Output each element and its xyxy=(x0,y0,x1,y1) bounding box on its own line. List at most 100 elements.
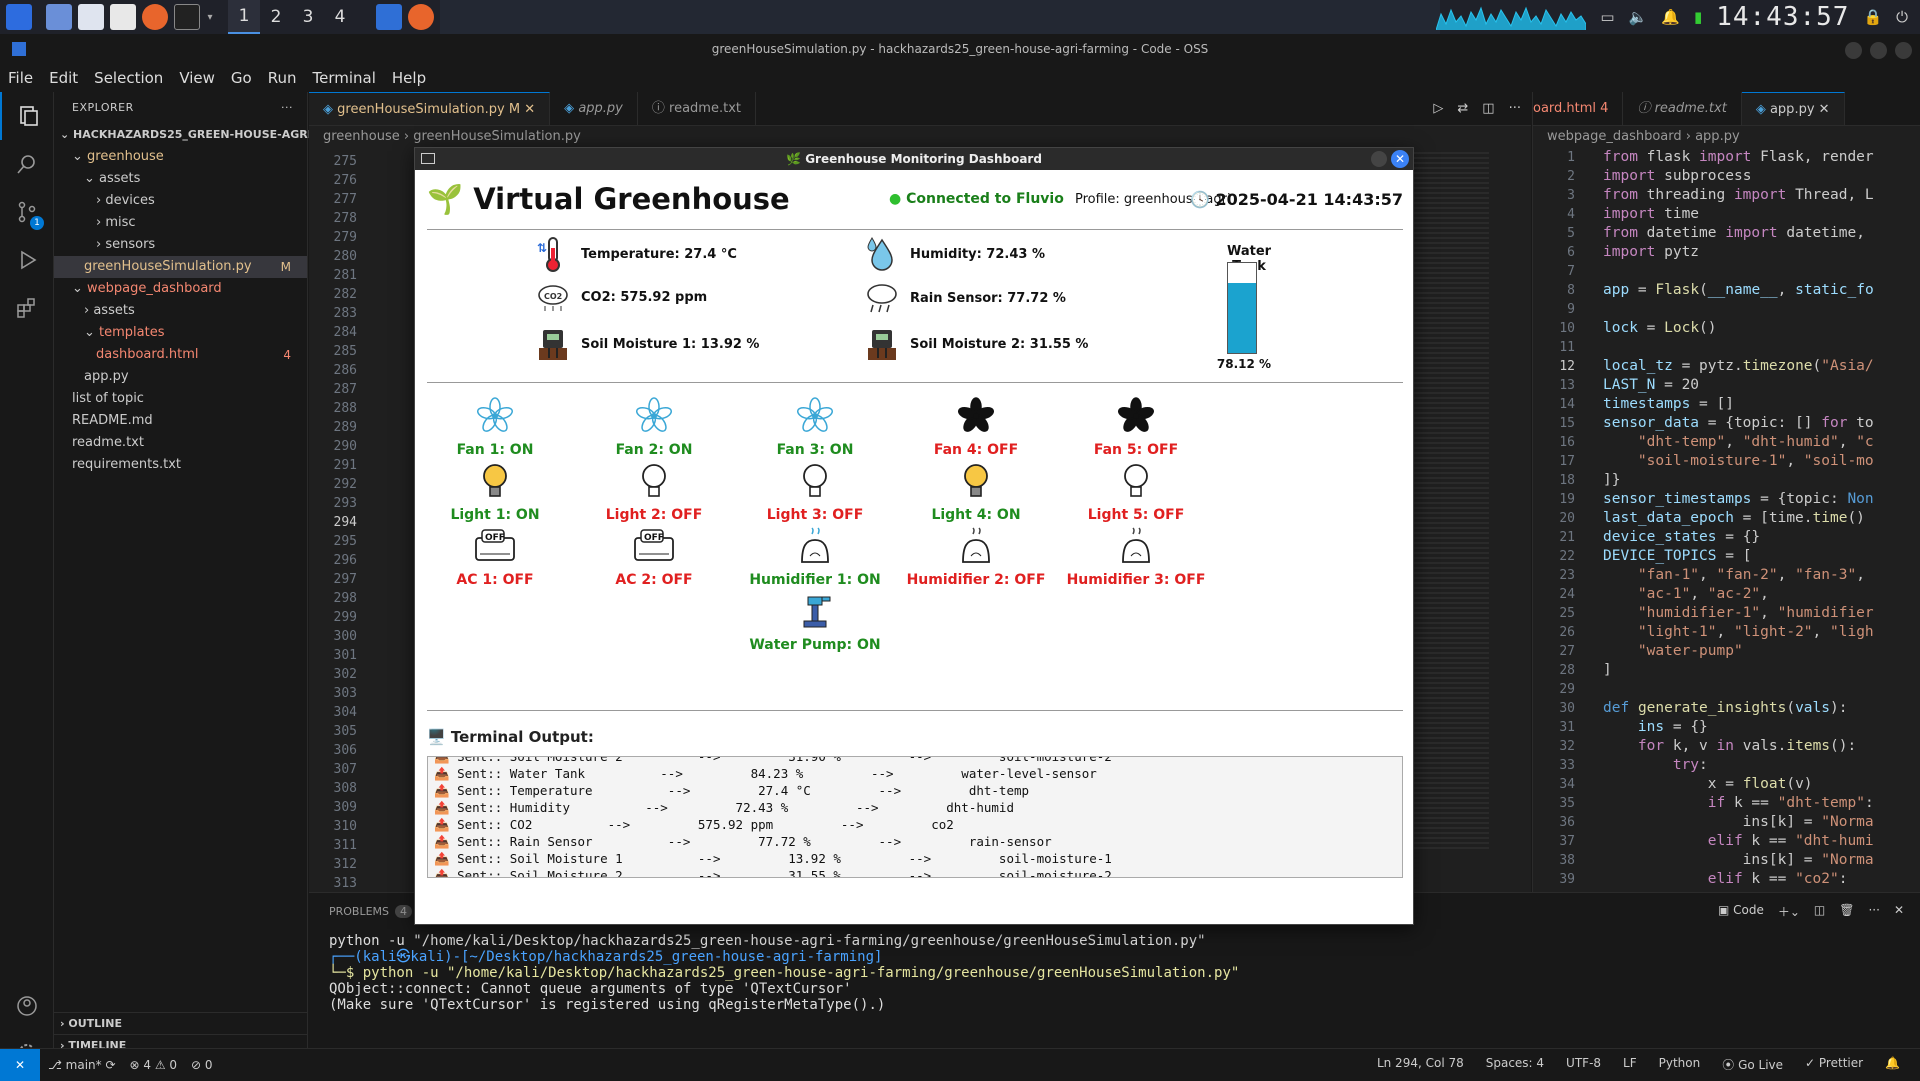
tab-readme[interactable]: ⓘ readme.txt xyxy=(638,92,756,125)
cursor-position[interactable]: Ln 294, Col 78 xyxy=(1377,1056,1464,1073)
tree-item[interactable]: app.py xyxy=(54,366,307,388)
tab-greenhousesimulation[interactable]: ◈ greenHouseSimulation.py M ✕ xyxy=(309,92,551,125)
close-window-button[interactable] xyxy=(1895,42,1912,59)
ports-status[interactable]: ⊘ 0 xyxy=(191,1058,213,1072)
line-number: 308 xyxy=(333,781,357,796)
tab-app-py[interactable]: ◈ app.py xyxy=(550,92,638,125)
outline-section[interactable]: › OUTLINE xyxy=(54,1012,307,1034)
breadcrumb-file[interactable]: greenHouseSimulation.py xyxy=(413,129,581,144)
close-tab-icon[interactable]: ✕ xyxy=(1819,102,1830,117)
tab-app-py-right[interactable]: ◈ app.py ✕ xyxy=(1741,92,1845,125)
run-debug-icon[interactable] xyxy=(0,236,54,284)
text-editor-icon[interactable] xyxy=(110,4,136,30)
problems-status[interactable]: ⊗ 4 ⚠ 0 xyxy=(130,1058,178,1072)
terminal-icon[interactable] xyxy=(174,4,200,30)
minimize-button[interactable] xyxy=(1845,42,1862,59)
tree-item[interactable]: greenHouseSimulation.py M xyxy=(54,256,307,278)
chevron-down-icon[interactable]: ▾ xyxy=(200,12,220,23)
volume-icon[interactable]: 🔈 xyxy=(1629,8,1648,26)
account-icon[interactable] xyxy=(0,982,54,1030)
breadcrumb-folder[interactable]: webpage_dashboard xyxy=(1547,129,1682,144)
maximize-button[interactable] xyxy=(1870,42,1887,59)
desktop-icon[interactable] xyxy=(46,4,72,30)
tree-item[interactable]: ⌄ assets xyxy=(54,168,307,190)
search-icon[interactable] xyxy=(0,140,54,188)
terminal-output-box[interactable]: 📤 Sent:: Soil Moisture 2 --> 31.90 % -->… xyxy=(427,756,1403,878)
right-editor-tabs: oard.html 4 ⓘ readme.txt ◈ app.py ✕ xyxy=(1533,92,1920,126)
branch-status[interactable]: ⎇ main* ⟳ xyxy=(48,1058,116,1072)
tab-problems[interactable]: PROBLEMS xyxy=(329,905,389,918)
file-manager-icon[interactable] xyxy=(78,4,104,30)
terminal-output-line: 📤 Sent:: Rain Sensor --> 77.72 % --> rai… xyxy=(434,834,1052,849)
run-file-icon[interactable]: ▷ xyxy=(1433,101,1443,116)
workspace-1[interactable]: 1 xyxy=(228,0,260,34)
battery-icon[interactable]: ▮ xyxy=(1694,8,1702,26)
tree-item[interactable]: ⌄ templates xyxy=(54,322,307,344)
device-icon-wrap xyxy=(1066,461,1206,505)
kill-terminal-icon[interactable]: 🗑 xyxy=(1839,903,1854,920)
menu-terminal[interactable]: Terminal xyxy=(305,69,384,87)
tree-item[interactable]: › assets xyxy=(54,300,307,322)
kali-menu-icon[interactable] xyxy=(6,4,32,30)
end-of-line[interactable]: LF xyxy=(1623,1056,1637,1073)
menu-view[interactable]: View xyxy=(171,69,223,87)
split-terminal-icon[interactable]: ◫ xyxy=(1814,903,1825,920)
firefox-icon[interactable] xyxy=(142,4,168,30)
tree-item[interactable]: README.md xyxy=(54,410,307,432)
menu-selection[interactable]: Selection xyxy=(86,69,171,87)
tree-item[interactable]: ⌄ greenhouse xyxy=(54,146,307,168)
encoding[interactable]: UTF-8 xyxy=(1566,1056,1601,1073)
remote-indicator-icon[interactable]: ✕ xyxy=(0,1048,40,1081)
language-mode[interactable]: Python xyxy=(1659,1056,1701,1073)
split-editor-icon[interactable]: ◫ xyxy=(1482,101,1494,116)
compare-icon[interactable]: ⇄ xyxy=(1457,101,1468,116)
more-actions-icon[interactable]: ··· xyxy=(1868,903,1879,920)
workspace-2[interactable]: 2 xyxy=(260,0,292,34)
workspace-root[interactable]: ⌄ HACKHAZARDS25_GREEN-HOUSE-AGRI-F... xyxy=(54,124,335,146)
breadcrumb-folder[interactable]: greenhouse xyxy=(323,129,400,144)
tree-item[interactable]: ⌄ webpage_dashboard xyxy=(54,278,307,300)
menu-edit[interactable]: Edit xyxy=(41,69,86,87)
prettier-button[interactable]: ✓ Prettier xyxy=(1805,1056,1863,1073)
tree-item[interactable]: list of topic xyxy=(54,388,307,410)
notification-bell-icon[interactable]: 🔔 xyxy=(1661,8,1680,26)
explorer-icon[interactable] xyxy=(0,92,54,140)
close-panel-icon[interactable]: ✕ xyxy=(1894,903,1904,920)
notifications-bell-icon[interactable]: 🔔 xyxy=(1885,1056,1900,1073)
dashboard-minimize-button[interactable] xyxy=(1371,151,1387,167)
workspace-3[interactable]: 3 xyxy=(292,0,324,34)
more-actions-icon[interactable]: ··· xyxy=(1509,101,1521,116)
menu-help[interactable]: Help xyxy=(384,69,434,87)
new-terminal-icon[interactable]: ＋⌄ xyxy=(1778,903,1800,920)
clock[interactable]: 14:43:57 xyxy=(1716,2,1849,32)
more-actions-icon[interactable]: ··· xyxy=(281,92,293,124)
lock-icon[interactable]: 🔒 xyxy=(1863,8,1882,26)
extensions-icon[interactable] xyxy=(0,284,54,332)
tab-readme-right[interactable]: ⓘ readme.txt xyxy=(1623,92,1742,125)
display-icon[interactable]: ▭ xyxy=(1600,8,1614,26)
code-app-py[interactable]: from flask import Flask, render import s… xyxy=(1603,148,1874,889)
go-live-button[interactable]: ⦿ Go Live xyxy=(1722,1056,1783,1073)
source-control-icon[interactable]: 1 xyxy=(0,188,54,236)
firefox-task-icon[interactable] xyxy=(408,4,434,30)
menu-file[interactable]: File xyxy=(0,69,41,87)
indentation[interactable]: Spaces: 4 xyxy=(1486,1056,1544,1073)
close-tab-icon[interactable]: ✕ xyxy=(524,102,535,117)
tab-dashboard-html[interactable]: oard.html 4 xyxy=(1533,92,1624,125)
tree-item[interactable]: dashboard.html 4 xyxy=(54,344,307,366)
tree-item[interactable]: readme.txt xyxy=(54,432,307,454)
tree-item[interactable]: › sensors xyxy=(54,234,307,256)
menu-go[interactable]: Go xyxy=(223,69,260,87)
menu-run[interactable]: Run xyxy=(260,69,305,87)
minimap[interactable] xyxy=(1409,152,1489,852)
tree-item[interactable]: › misc xyxy=(54,212,307,234)
vscode-task-icon[interactable] xyxy=(376,4,402,30)
terminal-select[interactable]: ▣ Code xyxy=(1718,903,1764,920)
breadcrumb-file[interactable]: app.py xyxy=(1695,129,1740,144)
workspace-4[interactable]: 4 xyxy=(324,0,356,34)
integrated-terminal[interactable]: python -u "/home/kali/Desktop/hackhazard… xyxy=(309,933,1920,1013)
tree-item[interactable]: › devices xyxy=(54,190,307,212)
tree-item[interactable]: requirements.txt xyxy=(54,454,307,476)
power-icon[interactable]: ⏻ xyxy=(1896,8,1908,26)
dashboard-close-button[interactable]: ✕ xyxy=(1391,150,1409,168)
